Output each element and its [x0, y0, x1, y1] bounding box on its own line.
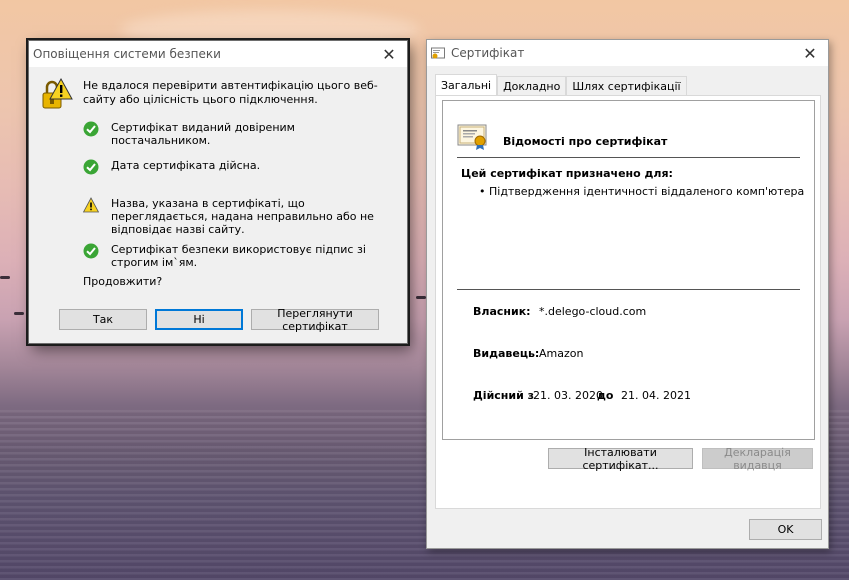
no-button[interactable]: Ні — [155, 309, 243, 330]
install-certificate-button[interactable]: Інсталювати сертифікат... — [548, 446, 693, 472]
alert-header: Не вдалося перевірити автентифікацію цьо… — [41, 77, 393, 111]
check-text: Сертифікат безпеки використовує підпис з… — [111, 243, 366, 269]
green-check-icon — [83, 159, 99, 175]
view-certificate-button[interactable]: Переглянути сертифікат — [251, 307, 379, 333]
certificate-title: Сертифікат — [451, 46, 525, 60]
info-title: Відомості про сертифікат — [503, 135, 668, 148]
issued-to-value: *.delego-cloud.com — [539, 305, 647, 318]
security-alert-dialog: Оповіщення системи безпеки ✕ Не вдалося … — [28, 40, 408, 344]
security-lock-warning-icon — [42, 77, 73, 109]
check-row-date-valid: Дата сертифіката дійсна. — [83, 159, 386, 175]
general-tab-panel: Відомості про сертифікат Цей сертифікат … — [435, 95, 821, 509]
valid-from-label: Дійсний з — [473, 389, 535, 402]
certificate-icon — [457, 124, 487, 150]
tab-certification-path[interactable]: Шлях сертифікації — [566, 76, 687, 95]
divider — [457, 157, 800, 158]
valid-to-value: 21. 04. 2021 — [621, 389, 691, 402]
green-check-icon — [83, 243, 99, 259]
check-text: Сертифікат виданий довіреним постачальни… — [111, 121, 295, 147]
bird — [416, 296, 426, 299]
close-icon[interactable]: ✕ — [371, 41, 407, 67]
certificate-dialog: Сертифікат ✕ Загальні Докладно Шлях серт… — [426, 39, 829, 549]
warning-triangle-icon — [83, 197, 99, 213]
tab-strip: Загальні Докладно Шлях сертифікації — [435, 74, 687, 96]
green-check-icon — [83, 121, 99, 137]
close-icon[interactable]: ✕ — [792, 40, 828, 66]
check-text: Дата сертифіката дійсна. — [111, 159, 261, 172]
issued-to-label: Власник: — [473, 305, 531, 318]
tab-general[interactable]: Загальні — [435, 74, 498, 96]
certificate-info-box: Відомості про сертифікат Цей сертифікат … — [442, 100, 815, 440]
yes-button[interactable]: Так — [59, 309, 147, 330]
check-row-strong-signature: Сертифікат безпеки використовує підпис з… — [83, 243, 386, 269]
purpose-title: Цей сертифікат призначено для: — [461, 167, 673, 180]
tab-details[interactable]: Докладно — [497, 76, 567, 95]
issuer-statement-button: Декларація видавця — [702, 446, 813, 472]
check-row-trusted-issuer: Сертифікат виданий довіреним постачальни… — [83, 121, 386, 147]
issuer-label: Видавець: — [473, 347, 540, 360]
valid-to-label: до — [597, 389, 614, 402]
certificate-small-icon — [431, 47, 445, 59]
purpose-item: • Підтвердження ідентичності віддаленого… — [479, 185, 805, 198]
continue-question: Продовжити? — [83, 275, 163, 288]
check-row-name-mismatch: Назва, указана в сертифікаті, що перегля… — [83, 197, 386, 236]
check-text: Назва, указана в сертифікаті, що перегля… — [111, 197, 374, 236]
ok-button[interactable]: OK — [749, 519, 822, 540]
valid-from-value: 21. 03. 2020 — [533, 389, 603, 402]
alert-title: Оповіщення системи безпеки — [33, 47, 221, 61]
alert-titlebar: Оповіщення системи безпеки ✕ — [29, 41, 407, 67]
bird — [14, 312, 24, 315]
alert-message: Не вдалося перевірити автентифікацію цьо… — [83, 79, 378, 106]
certificate-titlebar: Сертифікат ✕ — [427, 40, 828, 66]
divider — [457, 289, 800, 290]
bird — [0, 276, 10, 279]
issuer-value: Amazon — [539, 347, 584, 360]
